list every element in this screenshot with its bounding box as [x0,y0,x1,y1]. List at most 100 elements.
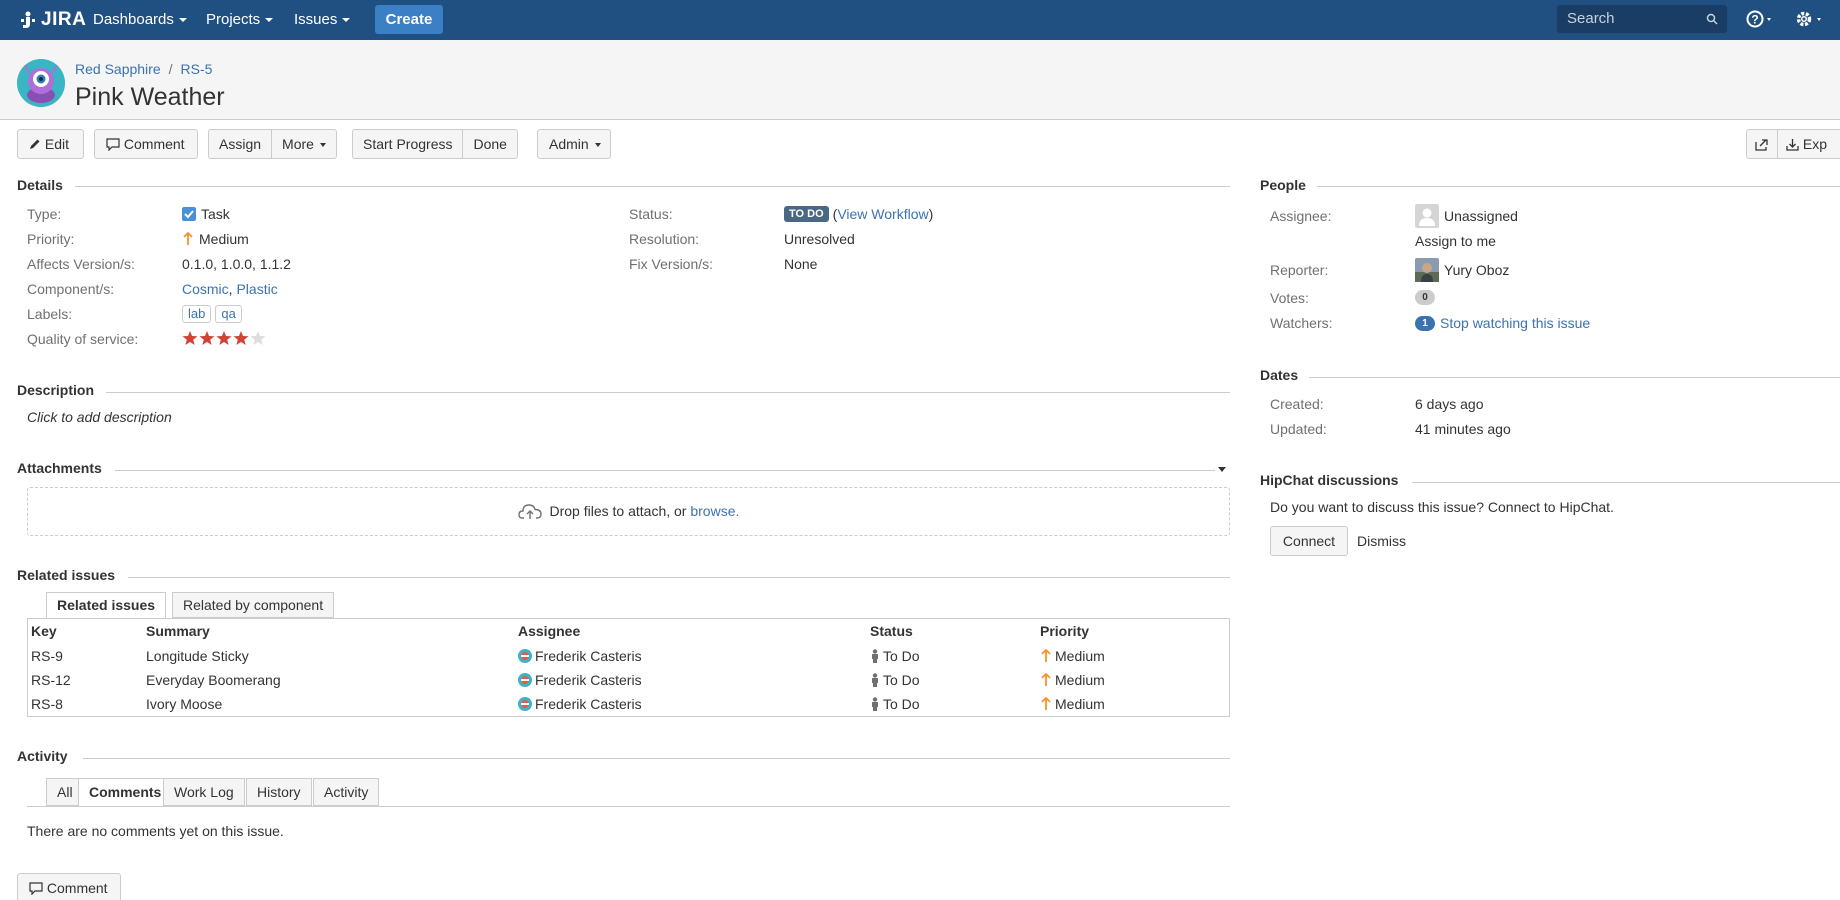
comment-icon [29,882,43,896]
user-avatar-icon [518,649,532,663]
component-plastic-link[interactable]: Plastic [236,281,277,297]
component-separator: , [228,281,237,297]
nav-issues[interactable]: Issues [294,11,351,28]
divider [1317,186,1840,187]
start-progress-button[interactable]: Start Progress [353,130,464,158]
chevron-down-icon[interactable] [1218,467,1226,473]
done-button[interactable]: Done [463,130,516,158]
hipchat-connect-button[interactable]: Connect [1270,526,1348,556]
priority-value: Medium [182,231,249,247]
star-icon[interactable] [233,330,249,346]
star-icon[interactable] [199,330,215,346]
hipchat-dismiss-link[interactable]: Dismiss [1357,533,1406,549]
unassigned-avatar-icon [1415,204,1439,228]
assign-button[interactable]: Assign [209,130,273,158]
column-header-assignee: Assignee [518,623,581,639]
top-navigation-bar: JIRA Dashboards Projects Issues Create S… [0,0,1840,40]
status-lozenge: TO DO [784,206,829,222]
component-cosmic-link[interactable]: Cosmic [182,281,229,297]
table-row: RS-8 Ivory Moose Frederik Casteris To Do Med… [28,694,1229,716]
admin-button[interactable]: Admin [537,129,611,159]
create-button[interactable]: Create [375,5,443,34]
pencil-icon [30,139,40,149]
column-header-status: Status [870,623,913,639]
components-label: Component/s: [27,281,115,297]
status-label: Status: [629,206,673,222]
priority-medium-icon [1041,673,1051,686]
issue-key-link[interactable]: RS-8 [31,696,63,712]
tab-history[interactable]: History [246,778,312,806]
page-title[interactable]: Pink Weather [75,83,225,112]
user-avatar-icon [518,673,532,687]
star-icon[interactable] [182,330,198,346]
issue-status: To Do [870,696,920,712]
label-tag-qa[interactable]: qa [215,305,242,323]
assignee-name: Frederik Casteris [535,696,642,712]
quality-of-service-rating[interactable] [182,330,266,346]
tab-related-issues[interactable]: Related issues [46,592,167,619]
type-text: Task [201,206,230,222]
issue-key-link[interactable]: RS-9 [31,648,63,664]
assign-more-group: Assign More [208,129,337,159]
comment-button[interactable]: Comment [94,129,198,159]
edit-button[interactable]: Edit [17,129,84,159]
description-placeholder[interactable]: Click to add description [27,409,172,425]
edit-label: Edit [44,136,70,152]
workflow-group: Start Progress Done [352,129,518,159]
watchers-count-badge[interactable]: 1 [1415,315,1435,331]
export-button[interactable]: Exp [1778,130,1835,158]
tab-work-log[interactable]: Work Log [163,778,245,806]
issue-summary[interactable]: Everyday Boomerang [146,672,281,688]
watchers-value: 1 Stop watching this issue [1415,315,1590,331]
tab-related-by-component[interactable]: Related by component [172,592,335,618]
people-heading: People [1260,177,1306,193]
issue-status: To Do [870,672,920,688]
table-row: RS-12 Everyday Boomerang Frederik Casteris… [28,670,1229,692]
reporter-label: Reporter: [1270,262,1329,278]
components-value: Cosmic, Plastic [182,281,278,297]
browse-link[interactable]: browse. [690,503,739,519]
created-value: 6 days ago [1415,396,1484,412]
star-icon[interactable] [250,330,266,346]
priority-medium-icon [1041,697,1051,710]
more-button[interactable]: More [272,130,336,158]
reporter-avatar [1415,258,1439,282]
breadcrumb-issue-key[interactable]: RS-5 [181,61,213,77]
help-icon: ? [1746,10,1771,28]
star-icon[interactable] [216,330,232,346]
issue-assignee: Frederik Casteris [518,696,642,712]
view-workflow-link[interactable]: View Workflow [837,206,928,222]
issue-header: Red Sapphire / RS-5 Pink Weather [0,40,1840,120]
no-comments-message: There are no comments yet on this issue. [27,823,284,839]
details-heading: Details [17,177,63,193]
label-tag-lab[interactable]: lab [182,305,212,323]
attachment-dropzone[interactable]: Drop files to attach, or browse. [27,487,1230,536]
votes-value[interactable]: 0 [1415,290,1435,305]
nav-projects[interactable]: Projects [206,11,274,28]
issue-summary[interactable]: Longitude Sticky [146,648,249,664]
status-text: To Do [883,696,920,712]
assign-to-me-link[interactable]: Assign to me [1415,233,1496,249]
tab-activity[interactable]: Activity [313,778,380,806]
project-avatar[interactable] [17,59,65,107]
add-comment-label: Comment [46,880,108,896]
nav-dashboards[interactable]: Dashboards [93,11,187,28]
created-label: Created: [1270,396,1324,412]
help-menu[interactable]: ? [1746,9,1776,32]
share-button[interactable] [1747,130,1778,158]
issue-assignee: Frederik Casteris [518,672,642,688]
tab-comments[interactable]: Comments [78,778,173,807]
description-heading: Description [17,382,95,398]
nav-projects-label: Projects [206,11,261,28]
jira-logo[interactable]: JIRA [18,9,86,31]
admin-menu[interactable] [1794,9,1826,32]
issue-summary[interactable]: Ivory Moose [146,696,222,712]
stop-watching-link[interactable]: Stop watching this issue [1440,315,1590,331]
issue-key-link[interactable]: RS-12 [31,672,71,688]
search-input[interactable]: Search [1557,5,1727,33]
issue-priority: Medium [1040,696,1105,712]
status-todo-icon [872,697,878,711]
affects-version-value: 0.1.0, 1.0.0, 1.1.2 [182,256,291,272]
breadcrumb-project[interactable]: Red Sapphire [75,61,161,77]
add-comment-button[interactable]: Comment [17,873,121,900]
